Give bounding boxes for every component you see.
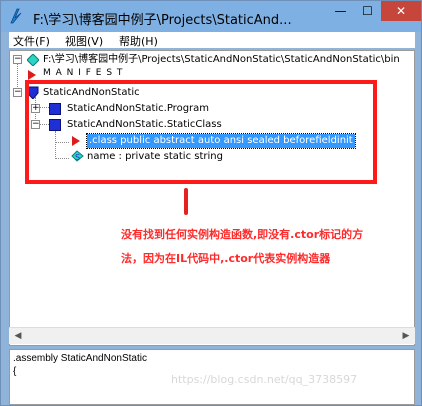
horizontal-scrollbar[interactable]: ◀ ▶ xyxy=(9,327,415,344)
highlight-box xyxy=(25,80,377,184)
menu-file[interactable]: 文件(F) xyxy=(13,33,50,49)
highlight-connector xyxy=(184,188,188,215)
collapse-icon[interactable]: − xyxy=(13,88,22,97)
menu-bar: 文件(F) 视图(V) 帮助(H) xyxy=(9,32,415,48)
scroll-left-icon[interactable]: ◀ xyxy=(11,330,25,343)
title-bar[interactable]: F:\学习\博客园中例子\Projects\StaticAnd... — ☐ ✕ xyxy=(1,1,421,32)
manifest-label: M A N I F E S T xyxy=(43,68,124,78)
close-button[interactable]: ✕ xyxy=(381,1,421,21)
menu-help[interactable]: 帮助(H) xyxy=(119,33,158,49)
minimize-button[interactable]: — xyxy=(327,1,354,21)
collapse-icon[interactable]: − xyxy=(13,55,22,64)
window-title: F:\学习\博客园中例子\Projects\StaticAnd... xyxy=(33,13,292,28)
maximize-button[interactable]: ☐ xyxy=(354,1,381,21)
code-line-1: .assembly StaticAndNonStatic xyxy=(13,353,147,364)
tree-root-node[interactable]: − F:\学习\博客园中例子\Projects\StaticAndNonStat… xyxy=(10,53,414,67)
ildasm-app-icon xyxy=(10,8,22,24)
scroll-right-icon[interactable]: ▶ xyxy=(399,330,413,343)
ildasm-window: F:\学习\博客园中例子\Projects\StaticAnd... — ☐ ✕… xyxy=(0,0,422,406)
annotation-text: 没有找到任何实例构造函数,即没有.ctor标记的方法，因为在IL代码中,.cto… xyxy=(121,228,364,265)
red-triangle-icon xyxy=(28,70,36,80)
tree-root-label: F:\学习\博客园中例子\Projects\StaticAndNonStatic… xyxy=(43,54,400,65)
watermark-text: https://blog.csdn.net/qq_3738597 xyxy=(171,373,358,386)
diamond-icon xyxy=(27,54,39,66)
code-line-2: { xyxy=(13,366,17,377)
menu-view[interactable]: 视图(V) xyxy=(65,33,103,49)
